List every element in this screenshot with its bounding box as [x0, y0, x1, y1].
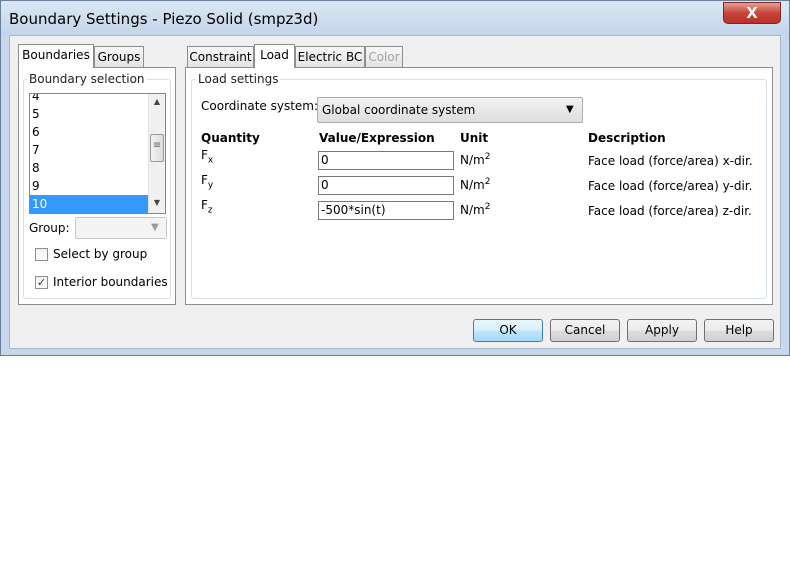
- unit-fz: N/m2: [460, 202, 491, 217]
- unit-header: Unit: [460, 131, 489, 145]
- chevron-down-icon: ▼: [151, 222, 159, 233]
- tab-boundaries-label: Boundaries: [22, 48, 90, 62]
- tab-load-label: Load: [260, 48, 289, 62]
- tab-color: Color: [365, 46, 403, 68]
- interior-boundaries-label: Interior boundaries: [53, 275, 168, 289]
- tab-constraint-label: Constraint: [189, 50, 252, 64]
- list-item[interactable]: 9: [30, 177, 148, 195]
- quantity-fz: Fz: [201, 198, 213, 216]
- value-header: Value/Expression: [319, 131, 435, 145]
- list-item[interactable]: 4: [30, 94, 148, 105]
- boundary-selection-title: Boundary selection: [27, 72, 147, 86]
- list-item[interactable]: 6: [30, 123, 148, 141]
- unit-fx: N/m2: [460, 152, 491, 167]
- help-button[interactable]: Help: [704, 319, 774, 342]
- cancel-button[interactable]: Cancel: [550, 319, 620, 342]
- tab-electric-bc[interactable]: Electric BC: [295, 46, 365, 68]
- group-select[interactable]: ▼: [75, 217, 167, 239]
- apply-button[interactable]: Apply: [627, 319, 697, 342]
- fx-value-input[interactable]: 0: [318, 151, 454, 170]
- list-item[interactable]: 7: [30, 141, 148, 159]
- quantity-fx: Fx: [201, 148, 214, 166]
- quantity-header: Quantity: [201, 131, 260, 145]
- tab-groups[interactable]: Groups: [94, 46, 144, 68]
- close-icon: X: [746, 4, 758, 22]
- coordinate-system-label: Coordinate system:: [201, 99, 319, 113]
- ok-button[interactable]: OK: [473, 319, 543, 342]
- description-fz: Face load (force/area) z-dir.: [588, 204, 752, 218]
- tab-groups-label: Groups: [97, 50, 141, 64]
- scroll-thumb[interactable]: ≡: [150, 134, 164, 162]
- dialog-client-area: Boundaries Groups Boundary selection 4 5…: [9, 35, 781, 349]
- scroll-down-icon[interactable]: ▼: [149, 195, 165, 211]
- scroll-up-icon[interactable]: ▲: [149, 94, 165, 110]
- boundaries-panel: Boundary selection 4 5 6 7 8 9 10 ▲ ≡ ▼ …: [18, 67, 176, 305]
- select-by-group-label: Select by group: [53, 247, 148, 261]
- fz-value-input[interactable]: -500*sin(t): [318, 201, 454, 220]
- description-fy: Face load (force/area) y-dir.: [588, 179, 753, 193]
- close-button[interactable]: X: [723, 2, 781, 24]
- tab-load[interactable]: Load: [254, 44, 295, 68]
- tab-electric-bc-label: Electric BC: [297, 50, 363, 64]
- title-bar[interactable]: Boundary Settings - Piezo Solid (smpz3d)…: [1, 1, 789, 35]
- window-title: Boundary Settings - Piezo Solid (smpz3d): [9, 10, 319, 28]
- list-item[interactable]: 8: [30, 159, 148, 177]
- list-item[interactable]: 5: [30, 105, 148, 123]
- quantity-fy: Fy: [201, 173, 214, 191]
- tab-constraint[interactable]: Constraint: [187, 46, 254, 68]
- coordinate-system-value: Global coordinate system: [322, 103, 476, 117]
- check-icon: ✓: [36, 276, 47, 289]
- tab-color-label: Color: [368, 50, 400, 64]
- description-header: Description: [588, 131, 666, 145]
- interior-boundaries-checkbox[interactable]: ✓: [35, 276, 48, 289]
- list-scrollbar[interactable]: ▲ ≡ ▼: [148, 94, 165, 213]
- load-settings-title: Load settings: [196, 72, 281, 86]
- dialog-window: Boundary Settings - Piezo Solid (smpz3d)…: [0, 0, 790, 356]
- tab-boundaries[interactable]: Boundaries: [18, 44, 94, 68]
- thumb-grip-icon: ≡: [152, 140, 162, 151]
- list-item-selected[interactable]: 10: [30, 195, 148, 213]
- coordinate-system-select[interactable]: Global coordinate system ▼: [317, 97, 583, 123]
- boundary-list[interactable]: 4 5 6 7 8 9 10 ▲ ≡ ▼: [29, 93, 166, 214]
- fy-value-input[interactable]: 0: [318, 176, 454, 195]
- select-by-group-checkbox[interactable]: [35, 248, 48, 261]
- description-fx: Face load (force/area) x-dir.: [588, 154, 753, 168]
- chevron-down-icon: ▼: [566, 104, 574, 115]
- load-panel: Load settings Coordinate system: Global …: [185, 67, 773, 305]
- group-label: Group:: [29, 221, 70, 235]
- unit-fy: N/m2: [460, 177, 491, 192]
